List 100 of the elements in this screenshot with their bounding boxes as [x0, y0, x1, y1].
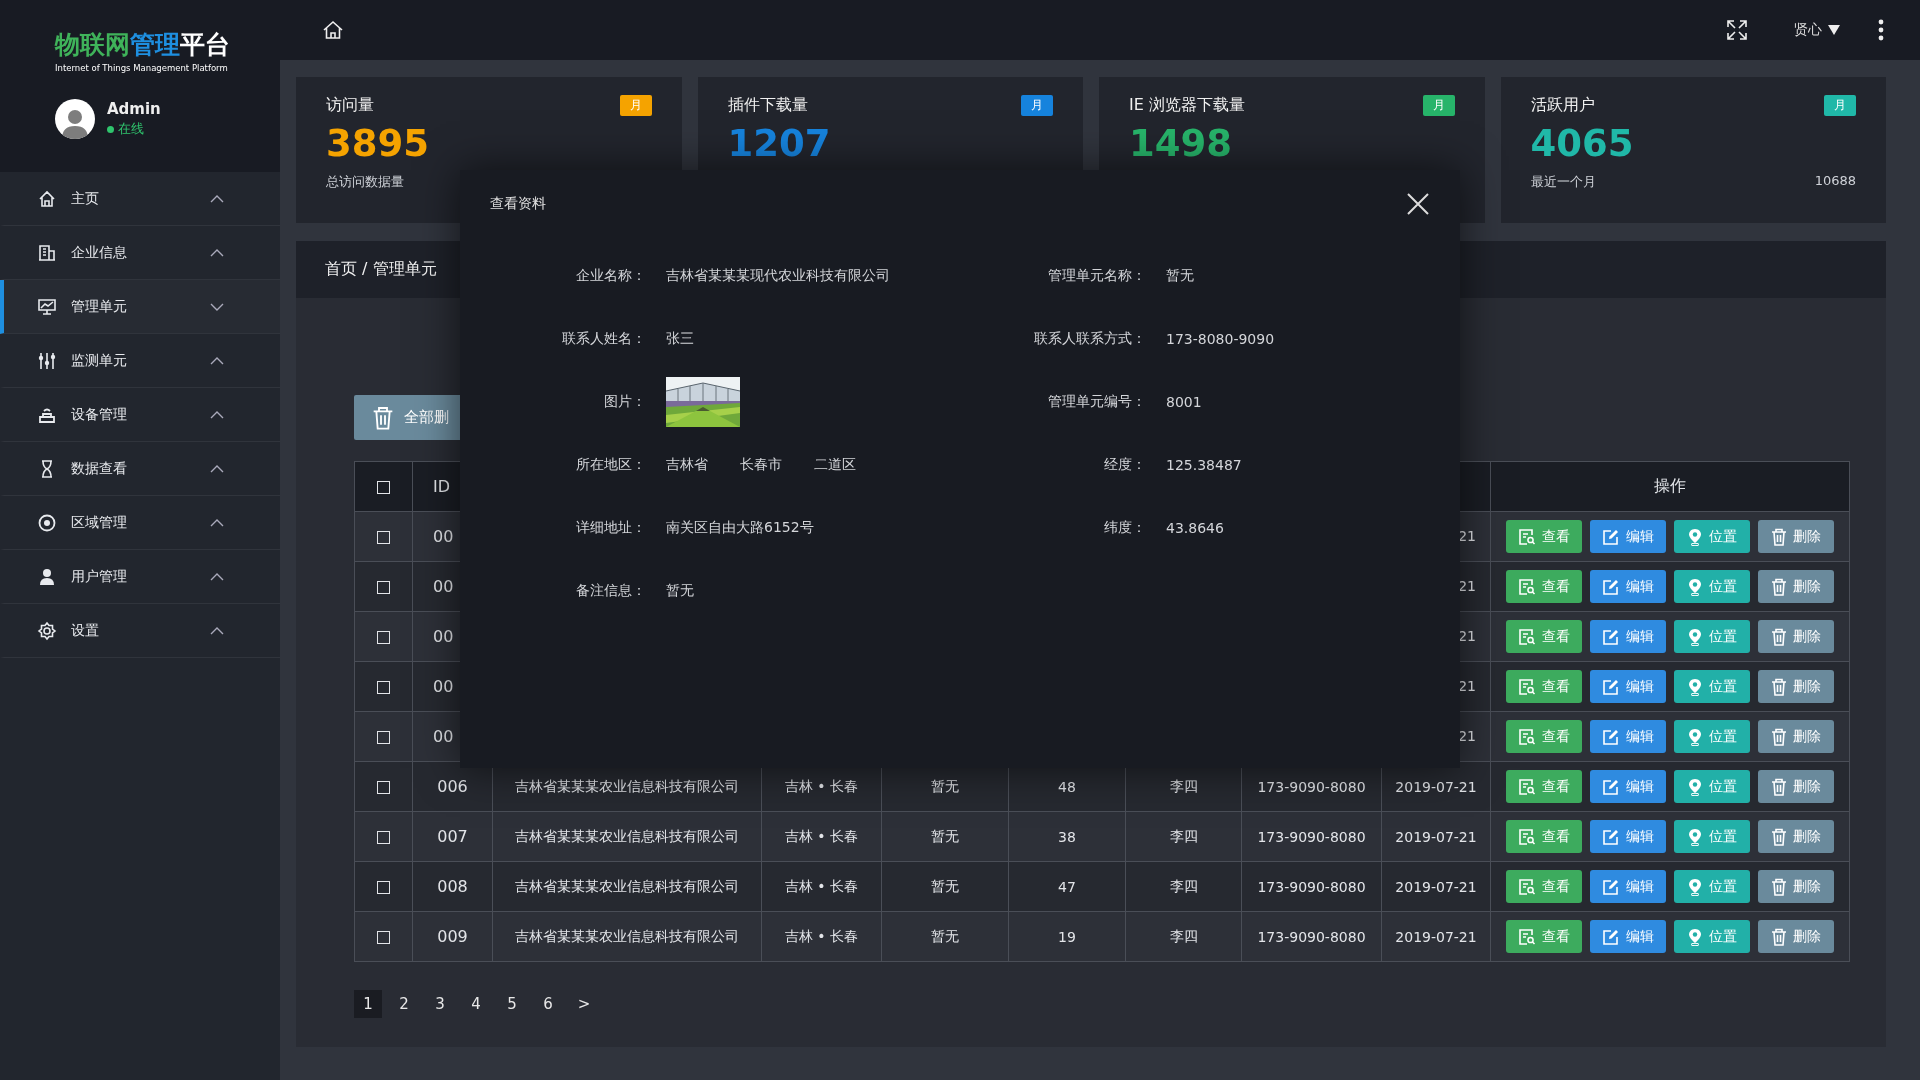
page-button[interactable]: 2 — [390, 990, 418, 1018]
view-button[interactable]: 查看 — [1506, 870, 1582, 903]
close-icon[interactable] — [1406, 192, 1430, 216]
trash-icon — [1771, 527, 1787, 546]
logo-text: 管理 — [130, 29, 180, 61]
menu-item[interactable]: 设置 — [0, 604, 280, 658]
table-cell: 00 — [433, 577, 454, 596]
delete-button[interactable]: 删除 — [1758, 870, 1834, 903]
stat-subtitle: 最近一个月 — [1530, 173, 1596, 191]
field-value: 暂无 — [666, 581, 694, 600]
menu-item[interactable]: 用户管理 — [0, 550, 280, 604]
page-button[interactable]: > — [570, 990, 598, 1018]
checkbox[interactable] — [377, 531, 390, 544]
delete-button[interactable]: 删除 — [1758, 720, 1834, 753]
menu-item[interactable]: 区域管理 — [0, 496, 280, 550]
location-pin-icon — [1687, 927, 1703, 946]
edit-button[interactable]: 编辑 — [1590, 620, 1666, 653]
edit-button[interactable]: 编辑 — [1590, 820, 1666, 853]
more-icon[interactable] — [1878, 19, 1884, 41]
edit-icon — [1602, 827, 1620, 846]
location-button[interactable]: 位置 — [1674, 620, 1750, 653]
location-button[interactable]: 位置 — [1674, 570, 1750, 603]
fullscreen-icon[interactable] — [1726, 19, 1748, 41]
field-label: 经度： — [1104, 455, 1146, 474]
location-button[interactable]: 位置 — [1674, 770, 1750, 803]
edit-button[interactable]: 编辑 — [1590, 670, 1666, 703]
view-button[interactable]: 查看 — [1506, 770, 1582, 803]
page-button[interactable]: 5 — [498, 990, 526, 1018]
location-button[interactable]: 位置 — [1674, 870, 1750, 903]
checkbox[interactable] — [377, 781, 390, 794]
menu-item[interactable]: 数据查看 — [0, 442, 280, 496]
location-pin-icon — [1687, 777, 1703, 796]
menu-item[interactable]: 主页 — [0, 172, 280, 226]
checkbox[interactable] — [377, 881, 390, 894]
trash-icon — [1771, 927, 1787, 946]
sliders-icon — [37, 350, 57, 371]
edit-button[interactable]: 编辑 — [1590, 520, 1666, 553]
stat-value: 3895 — [326, 123, 430, 165]
column-header: 操作 — [1490, 461, 1850, 512]
field-value: 吉林省某某某现代农业科技有限公司 — [666, 266, 890, 285]
view-button[interactable]: 查看 — [1506, 920, 1582, 953]
location-button[interactable]: 位置 — [1674, 520, 1750, 553]
table-cell-text: 21 — [1458, 577, 1476, 596]
location-button[interactable]: 位置 — [1674, 720, 1750, 753]
table-cell: 吉林省某某某农业信息科技有限公司 — [492, 861, 762, 912]
view-button[interactable]: 查看 — [1506, 520, 1582, 553]
checkbox[interactable] — [377, 731, 390, 744]
view-button[interactable]: 查看 — [1506, 820, 1582, 853]
period-badge: 月 — [1021, 94, 1053, 116]
field-value: 吉林省 — [666, 455, 708, 474]
page-button[interactable]: 4 — [462, 990, 490, 1018]
monitor-chart-icon — [37, 296, 57, 317]
edit-button[interactable]: 编辑 — [1590, 920, 1666, 953]
edit-button[interactable]: 编辑 — [1590, 570, 1666, 603]
checkbox[interactable] — [377, 631, 390, 644]
view-button[interactable]: 查看 — [1506, 670, 1582, 703]
location-button[interactable]: 位置 — [1674, 820, 1750, 853]
field-value: 张三 — [666, 329, 694, 348]
view-button[interactable]: 查看 — [1506, 720, 1582, 753]
checkbox[interactable] — [377, 931, 390, 944]
document-search-icon — [1518, 727, 1536, 746]
table-cell: 吉林 • 长春 — [761, 811, 882, 862]
delete-button[interactable]: 删除 — [1758, 570, 1834, 603]
checkbox[interactable] — [377, 581, 390, 594]
menu-item[interactable]: 设备管理 — [0, 388, 280, 442]
delete-button[interactable]: 删除 — [1758, 770, 1834, 803]
breadcrumb: 首页 / 管理单元 — [325, 259, 437, 280]
page-button[interactable]: 6 — [534, 990, 562, 1018]
field-label: 图片： — [604, 392, 646, 411]
view-button[interactable]: 查看 — [1506, 570, 1582, 603]
checkbox[interactable] — [377, 681, 390, 694]
delete-button[interactable]: 删除 — [1758, 820, 1834, 853]
menu-item[interactable]: 管理单元 — [0, 280, 280, 334]
location-button[interactable]: 位置 — [1674, 670, 1750, 703]
checkbox[interactable] — [377, 831, 390, 844]
home-icon[interactable] — [322, 20, 344, 40]
edit-button[interactable]: 编辑 — [1590, 770, 1666, 803]
delete-button[interactable]: 删除 — [1758, 520, 1834, 553]
delete-button[interactable]: 删除 — [1758, 620, 1834, 653]
page-button[interactable]: 3 — [426, 990, 454, 1018]
edit-icon — [1602, 577, 1620, 596]
trash-icon — [1771, 877, 1787, 896]
location-pin-icon — [1687, 727, 1703, 746]
table-cell-text: 21 — [1458, 627, 1476, 646]
user-icon — [37, 566, 57, 587]
field-label: 企业名称： — [576, 266, 646, 285]
menu-item[interactable]: 监测单元 — [0, 334, 280, 388]
document-search-icon — [1518, 577, 1536, 596]
checkbox[interactable] — [377, 481, 390, 494]
chevron-up-icon — [210, 572, 224, 581]
edit-button[interactable]: 编辑 — [1590, 720, 1666, 753]
view-button[interactable]: 查看 — [1506, 620, 1582, 653]
page-button[interactable]: 1 — [354, 990, 382, 1018]
user-menu[interactable]: 贤心 — [1788, 20, 1846, 40]
edit-button[interactable]: 编辑 — [1590, 870, 1666, 903]
delete-button[interactable]: 删除 — [1758, 670, 1834, 703]
delete-button[interactable]: 删除 — [1758, 920, 1834, 953]
location-button[interactable]: 位置 — [1674, 920, 1750, 953]
location-pin-icon — [1687, 627, 1703, 646]
table-cell: 暂无 — [881, 911, 1009, 962]
